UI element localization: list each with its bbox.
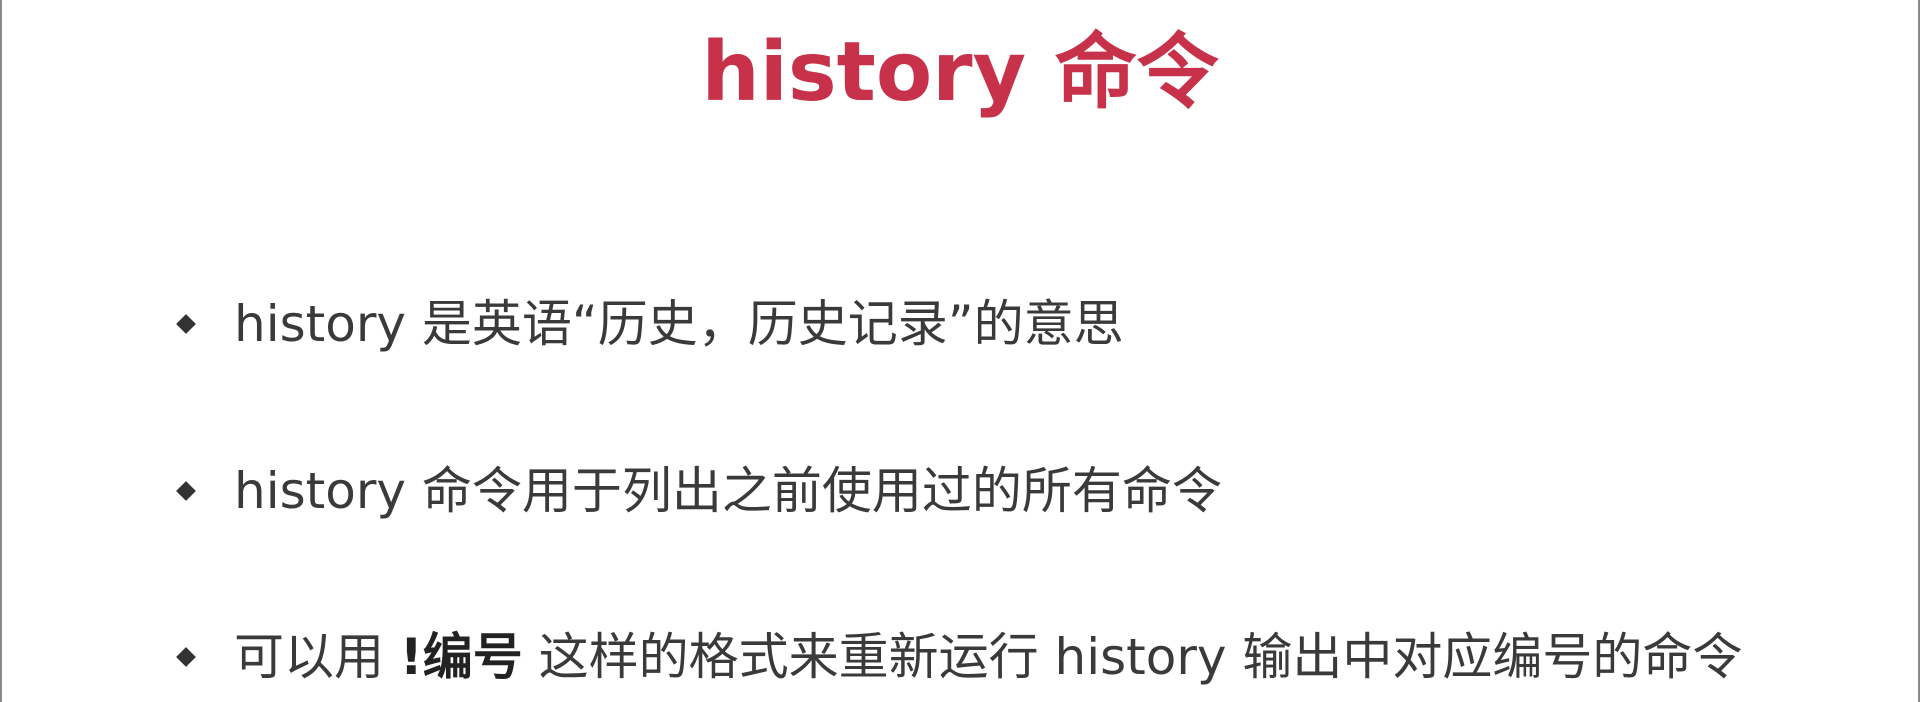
- slide: history 命令 history 是英语“历史，历史记录”的意思 histo…: [0, 0, 1920, 702]
- bullet-text-bold: !编号: [399, 628, 523, 686]
- bullet-text-after: 这样的格式来重新运行 history 输出中对应编号的命令: [522, 628, 1743, 686]
- diamond-bullet-icon: [176, 647, 196, 667]
- diamond-bullet-icon: [176, 481, 196, 501]
- bullet-item: 可以用 !编号 这样的格式来重新运行 history 输出中对应编号的命令: [170, 622, 1742, 692]
- slide-title: history 命令: [701, 25, 1219, 120]
- diamond-bullet-icon: [176, 314, 196, 334]
- bullet-text: 可以用 !编号 这样的格式来重新运行 history 输出中对应编号的命令: [234, 622, 1742, 692]
- bullet-item: history 命令用于列出之前使用过的所有命令: [170, 456, 1222, 526]
- bullet-text: history 命令用于列出之前使用过的所有命令: [234, 462, 1222, 520]
- bullet-item: history 是英语“历史，历史记录”的意思: [170, 289, 1124, 359]
- bullet-text: history 是英语“历史，历史记录”的意思: [234, 295, 1124, 353]
- bullet-text-before: 可以用: [234, 628, 400, 686]
